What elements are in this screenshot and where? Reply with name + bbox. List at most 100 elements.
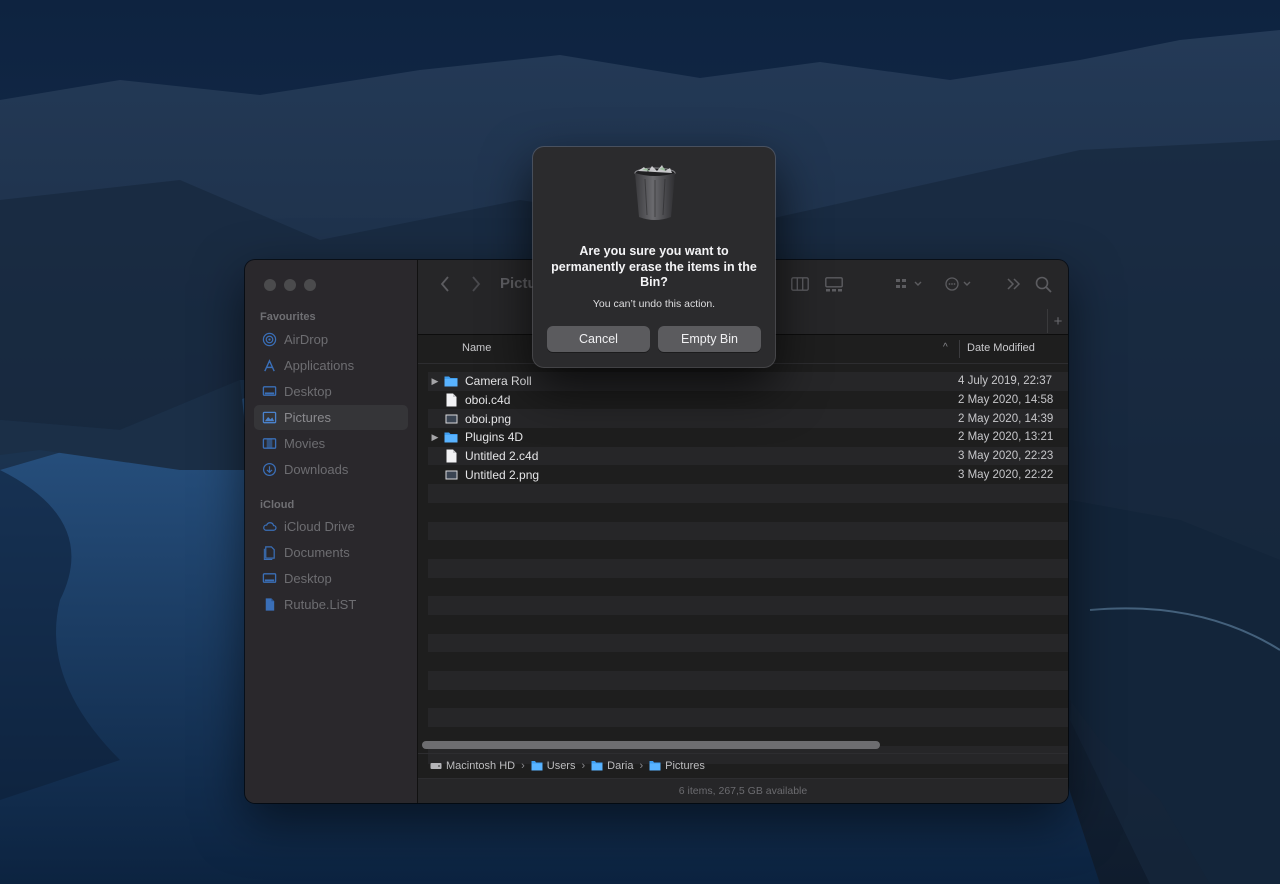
file-list: ▶ Camera Roll 4 July 2019, 22:37 oboi.c4…	[428, 372, 1068, 803]
icloud-icon	[262, 519, 277, 534]
scrollbar-thumb[interactable]	[422, 741, 880, 749]
file-date: 3 May 2020, 22:22	[958, 468, 1054, 481]
sidebar-item-label: Desktop	[284, 571, 332, 586]
toolbar-overflow-button[interactable]	[1004, 274, 1024, 294]
file-row-camera-roll[interactable]: ▶ Camera Roll 4 July 2019, 22:37	[428, 372, 1068, 391]
path-item-label: Daria	[607, 759, 634, 772]
trash-full-icon	[634, 165, 676, 220]
empty-row	[428, 671, 1068, 690]
forward-icon	[472, 276, 481, 292]
disclosure-triangle-icon[interactable]: ▶	[428, 432, 442, 443]
movies-icon	[262, 436, 277, 451]
overflow-icon	[1007, 278, 1021, 290]
sidebar-item-label: Pictures	[284, 410, 331, 425]
gallery-view-icon	[825, 276, 843, 291]
cancel-button[interactable]: Cancel	[547, 326, 650, 352]
sidebar-item-airdrop[interactable]: AirDrop	[254, 327, 408, 352]
downloads-icon	[262, 462, 277, 477]
path-chevron-icon: ›	[639, 759, 644, 772]
desktop-icon	[262, 571, 277, 586]
document-icon	[262, 597, 277, 612]
sidebar-item-pictures[interactable]: Pictures	[254, 405, 408, 430]
column-view-icon	[791, 277, 809, 291]
image-file-icon	[444, 468, 458, 482]
empty-row	[428, 521, 1068, 541]
sidebar-item-applications[interactable]: Applications	[254, 353, 408, 378]
path-item-users[interactable]: Users	[531, 760, 575, 772]
action-button[interactable]	[943, 274, 977, 294]
sidebar-item-desktop[interactable]: Desktop	[254, 379, 408, 404]
document-icon	[444, 393, 458, 407]
empty-row	[428, 503, 1068, 522]
file-row-untitled-2-c4d[interactable]: Untitled 2.c4d 3 May 2020, 22:23	[428, 446, 1068, 466]
empty-row	[428, 596, 1068, 615]
file-date: 2 May 2020, 14:39	[958, 412, 1054, 425]
empty-row	[428, 558, 1068, 578]
sidebar: Favourites AirDrop Applications Desktop …	[245, 260, 418, 803]
sidebar-item-label: Downloads	[284, 462, 349, 477]
back-button[interactable]	[436, 275, 454, 293]
path-item-label: Macintosh HD	[446, 759, 516, 772]
sidebar-item-label: Movies	[284, 436, 326, 451]
sidebar-heading-icloud: iCloud	[260, 499, 295, 511]
folder-icon	[649, 760, 661, 772]
group-button[interactable]	[893, 274, 927, 294]
sidebar-item-label: Rutube.LiST	[284, 597, 357, 612]
path-item-label: Pictures	[665, 759, 705, 772]
zoom-window-button[interactable]	[304, 279, 316, 291]
dialog-message: You can’t undo this action.	[592, 298, 716, 310]
empty-row	[428, 615, 1068, 634]
forward-button[interactable]	[467, 275, 485, 293]
empty-bin-dialog: Are you sure you want to permanently era…	[533, 147, 775, 367]
disclosure-triangle-icon[interactable]: ▶	[428, 376, 442, 387]
more-actions-icon	[945, 277, 971, 291]
window-controls	[264, 279, 316, 291]
search-icon	[1035, 276, 1052, 293]
path-chevron-icon: ›	[581, 759, 586, 772]
documents-icon	[262, 545, 277, 560]
sidebar-item-rutube-list[interactable]: Rutube.LiST	[254, 592, 408, 617]
sidebar-item-icloud-drive[interactable]: iCloud Drive	[254, 514, 408, 539]
airdrop-icon	[262, 332, 277, 347]
group-icon	[896, 279, 922, 288]
sidebar-item-movies[interactable]: Movies	[254, 431, 408, 456]
sidebar-item-label: AirDrop	[284, 332, 329, 347]
gallery-view-button[interactable]	[823, 274, 845, 294]
folder-icon	[531, 760, 543, 772]
horizontal-scrollbar[interactable]	[422, 741, 1064, 749]
hard-drive-icon	[430, 760, 442, 772]
file-row-oboi-png[interactable]: oboi.png 2 May 2020, 14:39	[428, 409, 1068, 429]
new-tab-button[interactable]: +	[1047, 309, 1068, 333]
file-row-plugins-4d[interactable]: ▶ Plugins 4D 2 May 2020, 13:21	[428, 428, 1068, 447]
close-window-button[interactable]	[264, 279, 276, 291]
path-item-daria[interactable]: Daria	[591, 760, 633, 772]
empty-row	[428, 690, 1068, 709]
empty-row	[428, 540, 1068, 559]
sidebar-item-label: iCloud Drive	[284, 519, 355, 534]
sidebar-item-label: Applications	[284, 358, 355, 373]
column-date-header[interactable]: Date Modified	[967, 342, 1035, 354]
file-row-oboi-c4d[interactable]: oboi.c4d 2 May 2020, 14:58	[428, 391, 1068, 410]
path-item-macintosh-hd[interactable]: Macintosh HD	[430, 760, 515, 772]
sidebar-item-label: Documents	[284, 545, 350, 560]
empty-row	[428, 652, 1068, 671]
image-file-icon	[444, 412, 458, 426]
file-date: 4 July 2019, 22:37	[958, 375, 1052, 388]
column-view-button[interactable]	[789, 274, 811, 294]
minimize-window-button[interactable]	[284, 279, 296, 291]
status-bar: 6 items, 267,5 GB available	[418, 778, 1068, 803]
empty-bin-button[interactable]: Empty Bin	[658, 326, 761, 352]
file-date: 2 May 2020, 14:58	[958, 394, 1054, 407]
column-separator[interactable]	[959, 340, 960, 358]
sidebar-item-icloud-desktop[interactable]: Desktop	[254, 566, 408, 591]
path-item-pictures[interactable]: Pictures	[649, 760, 705, 772]
file-row-untitled-2-png[interactable]: Untitled 2.png 3 May 2020, 22:22	[428, 465, 1068, 484]
sidebar-item-documents[interactable]: Documents	[254, 540, 408, 565]
path-bar: Macintosh HD › Users › Daria › Pictures	[418, 753, 1068, 777]
empty-row	[428, 578, 1068, 597]
sidebar-item-downloads[interactable]: Downloads	[254, 457, 408, 482]
desktop-icon	[262, 384, 277, 399]
empty-row	[428, 708, 1068, 728]
search-button[interactable]	[1032, 273, 1054, 295]
column-name-header[interactable]: Name	[462, 342, 491, 354]
